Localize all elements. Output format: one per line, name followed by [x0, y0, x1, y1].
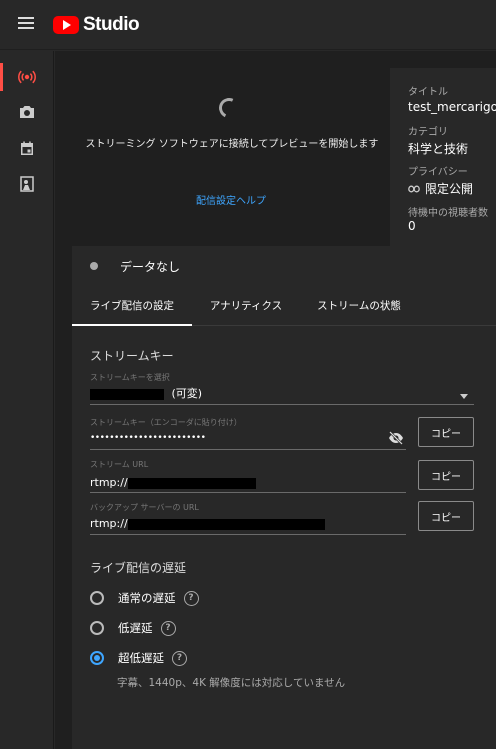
backup-url-label: バックアップ サーバーの URL: [90, 503, 199, 512]
copy-stream-url-button[interactable]: コピー: [418, 460, 474, 490]
stream-key-section-title: ストリームキー: [90, 349, 174, 363]
ultra-low-latency-note: 字幕、1440p、4K 解像度には対応していません: [117, 677, 346, 689]
sidebar-item-stream[interactable]: [0, 59, 54, 95]
latency-option-label: 超低遅延: [118, 651, 164, 665]
youtube-play-icon: [53, 16, 79, 34]
radio-normal-latency[interactable]: [90, 591, 104, 605]
stream-status-bar: データなし: [72, 246, 496, 286]
stream-key-select-label: ストリームキーを選択: [90, 373, 170, 382]
menu-icon[interactable]: [18, 16, 34, 30]
redacted-backup-url: [127, 518, 325, 530]
stream-info-panel: タイトル test_mercarigo カテゴリ 科学と技術 プライバシー 限定…: [390, 68, 496, 246]
tab-analytics[interactable]: アナリティクス: [196, 286, 296, 326]
radio-low-latency[interactable]: [90, 621, 104, 635]
copy-backup-url-button[interactable]: コピー: [418, 501, 474, 531]
camera-icon: [20, 106, 34, 118]
stream-key-variable-suffix: (可変): [171, 387, 203, 400]
person-screen-icon: [20, 176, 34, 192]
category-value: 科学と技術: [408, 142, 469, 156]
sidebar-item-manage[interactable]: [0, 166, 54, 202]
stream-url-underline: [90, 492, 406, 493]
live-broadcast-icon: [18, 70, 36, 84]
redacted-key-name: [90, 388, 164, 400]
sidebar-item-webcam[interactable]: [0, 94, 54, 130]
category-label: カテゴリ: [408, 127, 448, 138]
title-label: タイトル: [408, 87, 448, 98]
loading-spinner-icon: [216, 95, 242, 121]
stream-url-field[interactable]: rtmp://: [90, 476, 256, 489]
tab-bar: ライブ配信の設定 アナリティクス ストリームの状態: [72, 286, 496, 326]
visibility-off-icon[interactable]: [388, 431, 404, 445]
latency-option-low[interactable]: 低遅延 ?: [90, 618, 176, 638]
stream-preview: ストリーミング ソフトウェアに接続してプレビューを開始します 配信設定ヘルプ: [72, 70, 390, 246]
viewers-label: 待機中の視聴者数: [408, 208, 488, 219]
help-icon[interactable]: ?: [172, 650, 187, 666]
latency-option-ultra-low[interactable]: 超低遅延 ?: [90, 648, 187, 668]
latency-option-label: 低遅延: [118, 621, 153, 635]
help-icon[interactable]: ?: [183, 590, 199, 606]
copy-stream-key-button[interactable]: コピー: [418, 417, 474, 447]
stream-url-label: ストリーム URL: [90, 460, 149, 469]
stream-key-select-value[interactable]: (可変): [90, 385, 202, 401]
calendar-icon: [21, 141, 33, 155]
chevron-down-icon[interactable]: [460, 394, 468, 399]
backup-url-value: rtmp://: [90, 517, 128, 530]
stream-url-value: rtmp://: [90, 476, 128, 489]
latency-section-title: ライブ配信の遅延: [90, 561, 187, 575]
studio-logo[interactable]: Studio: [53, 13, 140, 37]
select-underline: [90, 404, 474, 405]
top-bar: Studio: [0, 0, 496, 50]
tab-stream-settings[interactable]: ライブ配信の設定: [72, 286, 192, 326]
status-dot-icon: [90, 262, 98, 270]
stream-key-label: ストリームキー（エンコーダに貼り付け）: [90, 418, 242, 427]
radio-ultra-low-latency[interactable]: [90, 651, 104, 665]
title-value: test_mercarigo: [408, 100, 496, 114]
sidebar-item-schedule[interactable]: [0, 130, 54, 166]
preview-message: ストリーミング ソフトウェアに接続してプレビューを開始します: [85, 139, 379, 150]
help-icon[interactable]: ?: [160, 620, 176, 636]
stream-key-underline: [90, 449, 406, 450]
backup-url-underline: [90, 534, 406, 535]
link-icon: [408, 185, 420, 192]
settings-panel: ライブ配信の設定 アナリティクス ストリームの状態 ストリームキー ストリームキ…: [72, 286, 496, 749]
backup-url-field[interactable]: rtmp://: [90, 517, 325, 530]
stream-key-field[interactable]: ••••••••••••••••••••••••: [90, 433, 206, 443]
status-text: データなし: [120, 260, 181, 274]
sidebar: [0, 51, 54, 749]
privacy-value-text: 限定公開: [425, 182, 474, 196]
privacy-label: プライバシー: [408, 167, 468, 178]
stream-settings-help-link[interactable]: 配信設定ヘルプ: [72, 192, 390, 207]
redacted-url: [127, 477, 256, 489]
latency-option-label: 通常の遅延: [118, 591, 176, 605]
logo-text: Studio: [83, 14, 140, 35]
latency-option-normal[interactable]: 通常の遅延 ?: [90, 588, 199, 608]
viewers-value: 0: [408, 219, 416, 233]
privacy-value: 限定公開: [408, 180, 473, 197]
tab-stream-health[interactable]: ストリームの状態: [304, 286, 414, 326]
